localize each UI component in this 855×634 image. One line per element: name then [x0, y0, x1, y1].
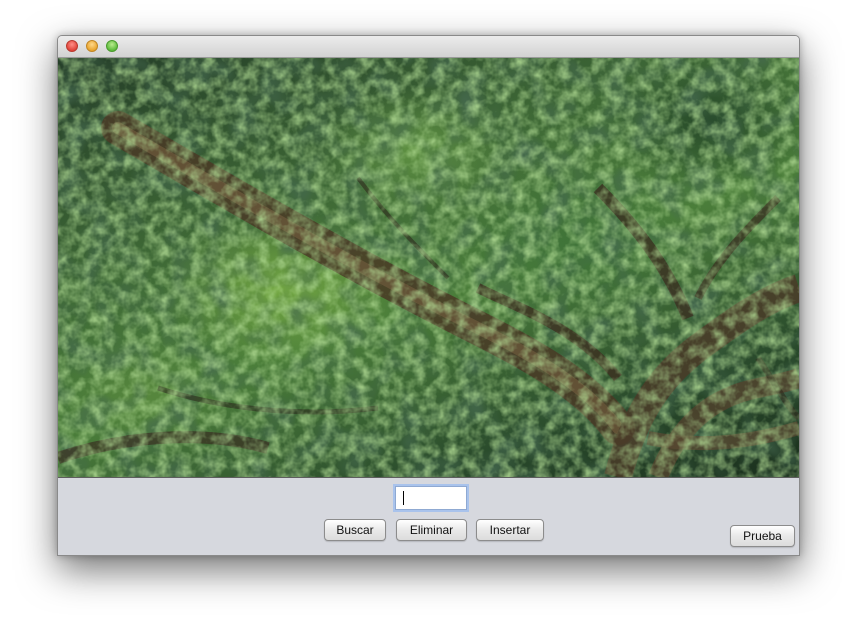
prueba-button[interactable]: Prueba: [730, 525, 795, 547]
title-bar[interactable]: [58, 36, 799, 58]
eliminar-button[interactable]: Eliminar: [396, 519, 467, 541]
zoom-icon[interactable]: [106, 40, 118, 52]
tree-branches-graphic: [58, 58, 799, 477]
app-window: Buscar Eliminar Insertar Prueba: [57, 35, 800, 556]
control-panel: Buscar Eliminar Insertar Prueba: [58, 477, 799, 555]
close-icon[interactable]: [66, 40, 78, 52]
tree-canopy-photo: [58, 58, 799, 477]
text-caret: [403, 491, 404, 505]
insertar-button[interactable]: Insertar: [476, 519, 544, 541]
search-input[interactable]: [395, 486, 467, 510]
minimize-icon[interactable]: [86, 40, 98, 52]
buscar-button[interactable]: Buscar: [324, 519, 386, 541]
